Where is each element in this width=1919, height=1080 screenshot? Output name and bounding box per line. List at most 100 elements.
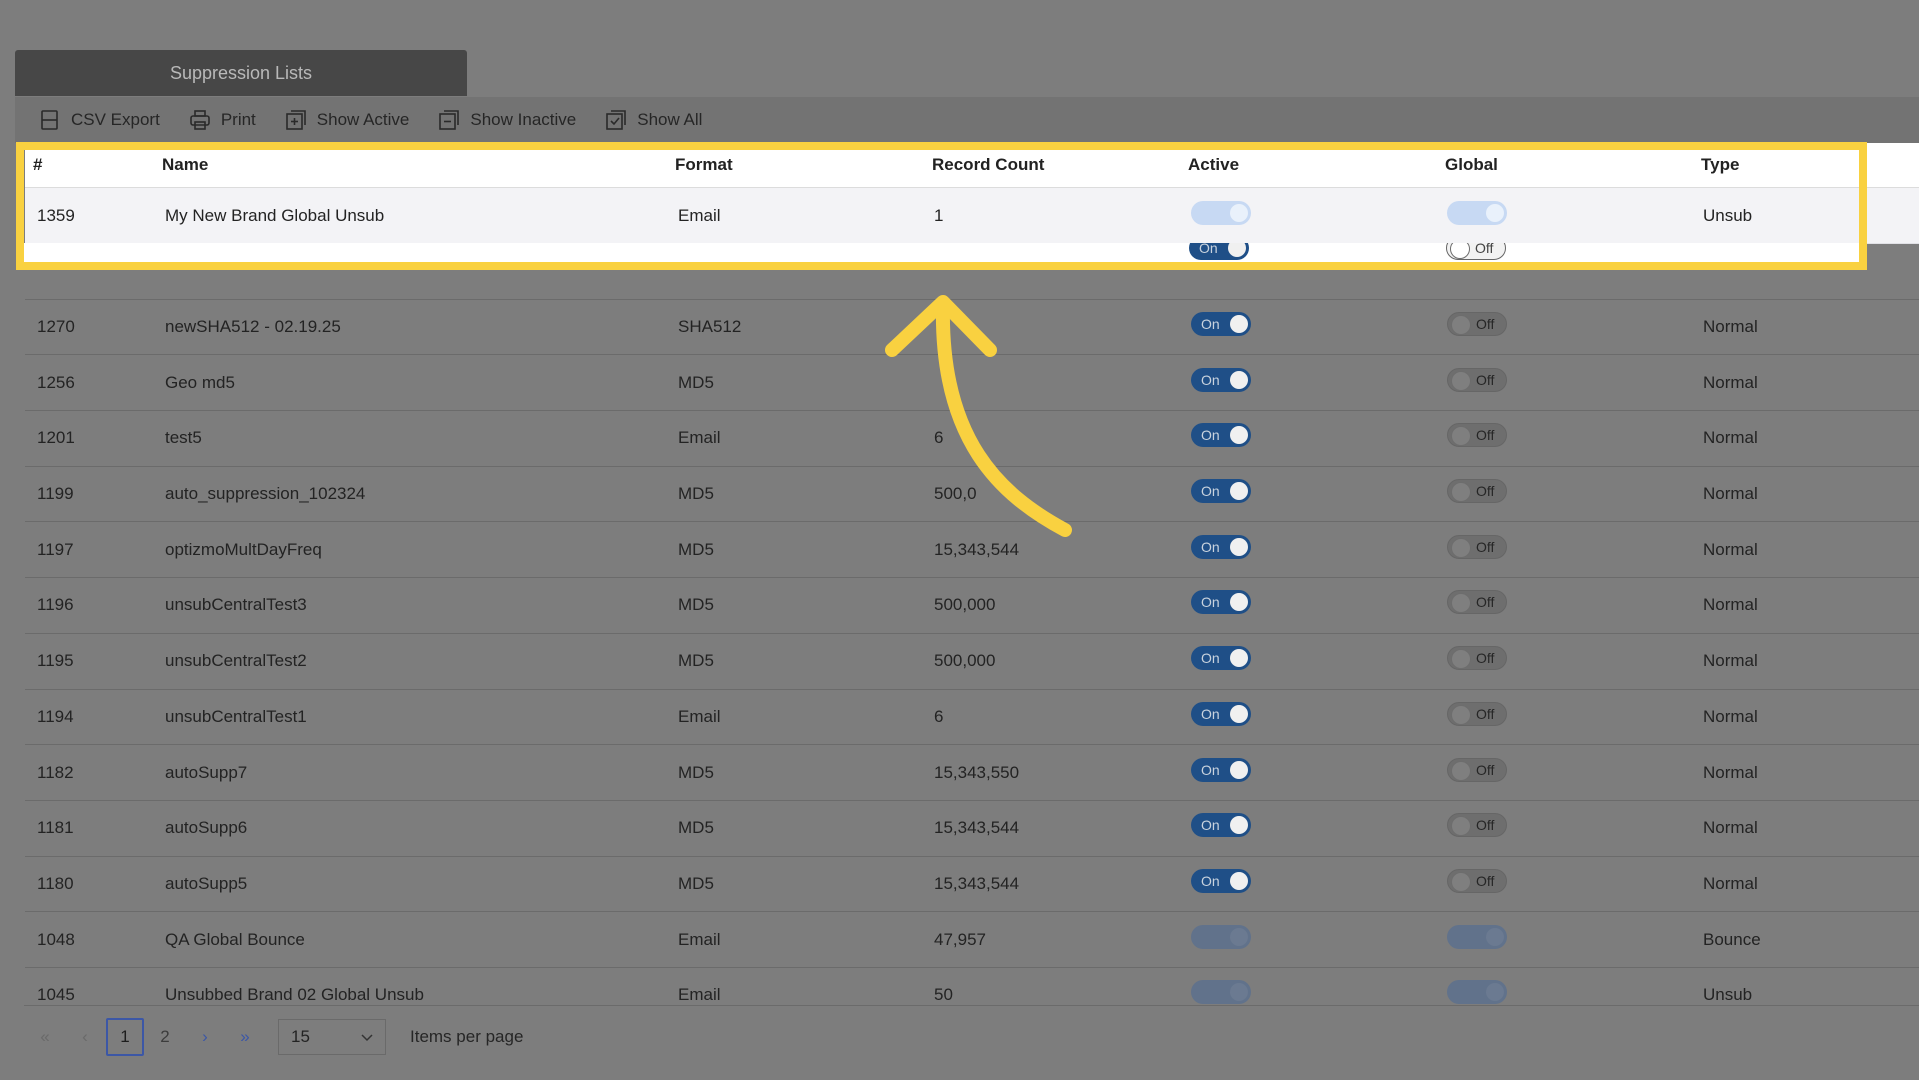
row-type: Normal (1703, 484, 1758, 504)
row-id: 1195 (37, 651, 74, 671)
toggle-on-label: On (1201, 650, 1220, 667)
table-row[interactable]: 1199 auto_suppression_102324 MD5 500,0 On Off… (25, 466, 1919, 523)
active-toggle[interactable]: On (1191, 813, 1251, 838)
active-toggle[interactable]: On (1191, 479, 1251, 504)
table-row[interactable]: 1182 autoSupp7 MD5 15,343,550 On Off Normal (25, 745, 1919, 801)
table-row[interactable]: 1048 QA Global Bounce Email 47,957 Bounce (25, 912, 1919, 968)
row-id: 1256 (37, 372, 75, 392)
table-row[interactable]: 1194 unsubCentralTest1 Email 6 On Off Normal (25, 689, 1919, 746)
row-type: Normal (1703, 595, 1758, 615)
toggle-on-label: On (1201, 538, 1220, 555)
toggle-on-label: On (1201, 817, 1220, 834)
table-row[interactable]: 1180 autoSupp5 MD5 15,343,544 On Off Normal (25, 856, 1919, 913)
header-global[interactable]: Global (1445, 143, 1498, 187)
header-name[interactable]: Name (162, 143, 208, 187)
page-2-button[interactable]: 2 (146, 1018, 184, 1056)
show-active-button[interactable]: Show Active (285, 109, 409, 131)
row-id: 1359 (37, 205, 75, 225)
show-inactive-icon (439, 110, 460, 130)
active-toggle[interactable]: On (1191, 367, 1251, 392)
active-toggle[interactable] (1191, 980, 1251, 1005)
global-toggle[interactable]: Off (1447, 757, 1507, 782)
row-type: Normal (1703, 539, 1758, 559)
row-record-count: 15,343,550 (934, 762, 1020, 782)
toggle-off-label: Off (1476, 761, 1495, 778)
row-name: My New Brand Global Unsub (165, 205, 385, 225)
row-type: Normal (1703, 818, 1758, 838)
active-toggle[interactable] (1191, 200, 1251, 225)
active-toggle[interactable]: On (1191, 646, 1251, 671)
toggle-off-label: Off (1476, 371, 1495, 388)
row-record-count: 15,343,544 (934, 539, 1020, 559)
next-page-button[interactable]: › (186, 1018, 224, 1056)
toolbar: CSV Export Print Show Active Show Inacti… (15, 97, 1919, 143)
row-type: Unsub (1703, 205, 1753, 225)
global-toggle[interactable] (1447, 200, 1507, 225)
page-1-button[interactable]: 1 (106, 1018, 144, 1056)
global-toggle[interactable]: Off (1447, 367, 1507, 392)
table-row[interactable]: 1196 unsubCentralTest3 MD5 500,000 On Off Norm… (25, 578, 1919, 634)
global-toggle[interactable]: Off (1447, 868, 1507, 893)
header-id[interactable]: # (33, 143, 42, 187)
toggle-on-label: On (1201, 316, 1220, 333)
row-name: unsubCentralTest1 (165, 706, 307, 726)
table-row-highlighted[interactable]: 1359 My New Brand Global Unsub Email 1 U… (25, 188, 1919, 244)
toggle-off-label: Off (1476, 650, 1495, 667)
csv-export-label: CSV Export (71, 110, 160, 129)
header-type[interactable]: Type (1701, 143, 1739, 187)
page-size-select[interactable]: 15 (278, 1019, 386, 1055)
csv-export-button[interactable]: CSV Export (39, 109, 160, 131)
first-page-button[interactable]: « (26, 1018, 64, 1056)
table-row[interactable]: 1201 test5 Email 6 On Off Normal (25, 411, 1919, 467)
table-row[interactable]: 1195 unsubCentralTest2 MD5 500,000 On Off Norm… (25, 633, 1919, 690)
show-all-icon (606, 110, 627, 130)
row-type: Normal (1703, 428, 1758, 448)
global-toggle[interactable]: Off (1447, 312, 1507, 337)
prev-page-button[interactable]: ‹ (66, 1018, 104, 1056)
row-name: unsubCentralTest3 (165, 595, 307, 615)
table-row[interactable]: 1181 autoSupp6 MD5 15,343,544 On Off Normal (25, 800, 1919, 857)
show-all-button[interactable]: Show All (605, 109, 702, 131)
suppression-lists-panel-title: Suppression Lists (15, 50, 467, 96)
print-button[interactable]: Print (189, 109, 256, 131)
header-active[interactable]: Active (1188, 143, 1239, 187)
table-row[interactable]: 1256 Geo md5 MD5 On Off Normal (25, 355, 1919, 412)
header-format[interactable]: Format (675, 143, 733, 187)
toggle-off-label: Off (1476, 817, 1495, 834)
header-record-count[interactable]: Record Count (932, 143, 1044, 187)
global-toggle[interactable]: Off (1447, 479, 1507, 504)
active-toggle[interactable]: On (1191, 868, 1251, 893)
toggle-off-label: Off (1476, 316, 1495, 333)
active-toggle[interactable]: On (1191, 312, 1251, 337)
global-toggle[interactable]: Off (1447, 590, 1507, 615)
toggle-on-label: On (1201, 427, 1220, 444)
table-row[interactable]: 1270 newSHA512 - 02.19.25 SHA512 On Off Norma… (25, 299, 1919, 356)
active-toggle[interactable]: On (1191, 534, 1251, 559)
toggle-on-label: On (1201, 483, 1220, 500)
table-row[interactable]: 1197 optizmoMultDayFreq MD5 15,343,544 On Off… (25, 522, 1919, 579)
row-record-count: 6 (934, 428, 944, 448)
global-toggle[interactable] (1447, 924, 1507, 949)
global-toggle[interactable] (1447, 980, 1507, 1005)
active-toggle[interactable]: On (1189, 243, 1249, 260)
global-toggle[interactable]: Off (1447, 646, 1507, 671)
partial-row-strip: On Off (24, 243, 1859, 264)
row-format: MD5 (678, 372, 714, 392)
global-toggle[interactable]: Off (1447, 813, 1507, 838)
row-id: 1194 (37, 706, 74, 726)
active-toggle[interactable]: On (1191, 701, 1251, 726)
global-toggle[interactable]: Off (1446, 243, 1506, 260)
row-name: QA Global Bounce (165, 929, 305, 949)
active-toggle[interactable]: On (1191, 423, 1251, 448)
global-toggle[interactable]: Off (1447, 423, 1507, 448)
active-toggle[interactable]: On (1191, 590, 1251, 615)
show-inactive-button[interactable]: Show Inactive (438, 109, 576, 131)
toggle-off-label: Off (1476, 594, 1495, 611)
toggle-on-label: On (1199, 243, 1218, 256)
active-toggle[interactable]: On (1191, 757, 1251, 782)
last-page-button[interactable]: » (226, 1018, 264, 1056)
global-toggle[interactable]: Off (1447, 534, 1507, 559)
active-toggle[interactable] (1191, 924, 1251, 949)
row-name: test5 (165, 428, 202, 448)
global-toggle[interactable]: Off (1447, 701, 1507, 726)
